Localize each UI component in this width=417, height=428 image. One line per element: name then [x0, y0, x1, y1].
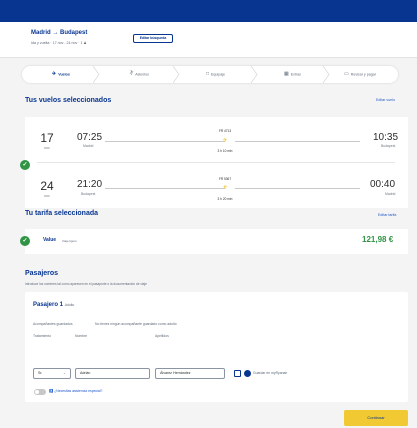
passenger-icon: ♟ — [83, 41, 87, 45]
arrival-city: Budapest — [381, 144, 396, 148]
assistance-label: ♿ ¿Necesitas asistencia especial? — [49, 389, 103, 393]
route-line — [235, 141, 360, 142]
passengers-title: Pasajeros — [25, 270, 59, 277]
title-select[interactable]: Sr. ⌄ — [33, 368, 71, 379]
arrival-city: Madrid — [385, 192, 396, 196]
surname-label: Apellidos — [155, 334, 169, 338]
route-line — [105, 188, 225, 189]
flight-month: nov — [44, 146, 50, 150]
chevron-down-icon: ⌄ — [62, 371, 66, 375]
check-icon: ✓ — [20, 236, 30, 246]
name-field[interactable]: Adrián — [75, 368, 150, 379]
companions-label: Acompañantes guardados — [33, 322, 73, 326]
route-title: Madrid → Budapest — [31, 30, 88, 36]
departure-time: 07:25 — [77, 132, 103, 143]
save-checkbox[interactable] — [234, 370, 241, 377]
ryanair-logo-icon — [244, 370, 251, 377]
continue-button[interactable]: Continuar — [344, 410, 408, 426]
flight-duration: 3 h 10 min — [217, 149, 233, 153]
save-label: Guardar en myRyanair — [253, 371, 288, 375]
companions-note: No tienes ningún acompañante guardado co… — [95, 322, 177, 326]
arrival-time: 10:35 — [373, 132, 399, 143]
route-line — [235, 188, 360, 189]
name-label: Nombre — [75, 334, 88, 338]
step-asientos[interactable]: ∛ Asientos — [130, 66, 149, 83]
route-line — [105, 141, 225, 142]
edit-flight-link[interactable]: Editar vuelo — [376, 98, 395, 102]
flight-day: 24 — [40, 179, 54, 193]
plane-icon: ✈ — [222, 185, 228, 191]
flight-number: FR 5367 — [218, 177, 232, 181]
departure-time: 21:20 — [77, 179, 103, 190]
departure-city: Budapest — [81, 192, 96, 196]
seat-icon: ∛ — [130, 71, 134, 77]
fare-price: 121,98 € — [362, 235, 394, 244]
flight-number: FR 4713 — [218, 129, 232, 133]
surname-field[interactable]: Álvarez Hernández — [155, 368, 225, 379]
top-nav-bar — [0, 0, 417, 22]
edit-search-button[interactable]: Editar búsqueda — [133, 34, 173, 43]
booking-steps: ✈ Vuelos ∛ Asientos □ Equipaje ▦ Extras ▭ Rev… — [22, 66, 398, 83]
step-separator — [250, 66, 258, 83]
step-vuelos[interactable]: ✈ Vuelos — [52, 66, 70, 83]
extras-icon: ▦ — [284, 71, 289, 77]
step-separator — [172, 66, 180, 83]
step-separator — [322, 66, 330, 83]
fare-subtitle: Viaje ligero — [62, 238, 77, 243]
fare-name: Value — [43, 237, 57, 243]
passengers-subtitle: Introduce los nombres tal como aparecen … — [25, 282, 147, 286]
edit-fare-link[interactable]: Editar tarifa — [378, 213, 396, 217]
flights-card: 17 nov 07:25 Madrid FR 4713 ✈ 3 h 10 min… — [25, 117, 408, 208]
step-separator — [92, 66, 100, 83]
check-icon: ✓ — [20, 160, 30, 170]
accessibility-icon: ♿ — [49, 389, 54, 393]
step-equipaje[interactable]: □ Equipaje — [206, 66, 225, 83]
card-icon: ▭ — [344, 71, 349, 77]
step-revisar-pagar[interactable]: ▭ Revisar y pagar — [344, 66, 376, 83]
plane-icon: ✈ — [52, 71, 57, 77]
flight-month: nov — [44, 194, 50, 198]
fare-card: Value Viaje ligero 121,98 € — [25, 229, 408, 254]
fare-section-title: Tu tarifa seleccionada — [25, 210, 99, 217]
arrival-time: 00:40 — [370, 179, 396, 190]
flights-section-title: Tus vuelos seleccionados — [25, 97, 112, 104]
passenger-heading: Pasajero 1 Adulto — [33, 302, 75, 308]
card-divider — [37, 162, 395, 163]
flight-day: 17 — [40, 131, 54, 145]
trip-header: Madrid → Budapest Ida y vuelta · 17 nov … — [0, 22, 417, 58]
title-label: Tratamiento — [33, 334, 51, 338]
flight-duration: 3 h 20 min — [217, 197, 233, 201]
bag-icon: □ — [206, 71, 210, 77]
passenger-card: Pasajero 1 Adulto Acompañantes guardados… — [25, 292, 408, 402]
plane-icon: ✈ — [222, 138, 228, 144]
step-extras[interactable]: ▦ Extras — [284, 66, 301, 83]
assistance-toggle[interactable] — [34, 389, 46, 395]
route-subtitle: Ida y vuelta · 17 nov - 24 nov · 1 ♟ — [31, 41, 87, 45]
departure-city: Madrid — [83, 144, 94, 148]
